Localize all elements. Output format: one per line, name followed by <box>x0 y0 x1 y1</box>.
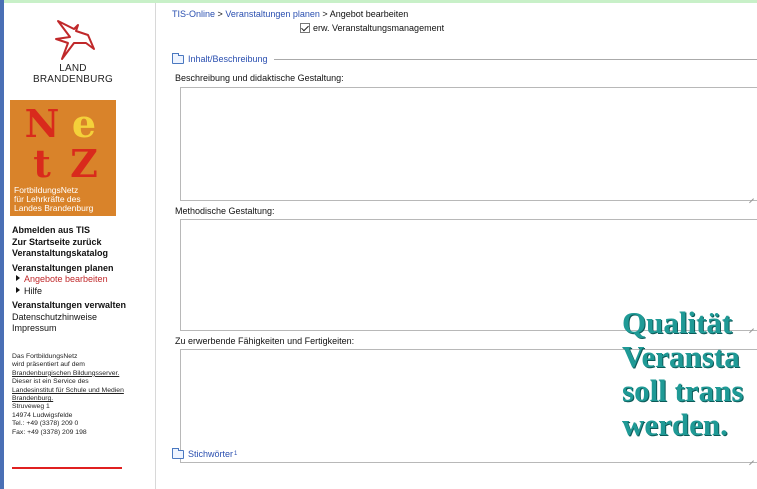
fortbildungsnetz-logo[interactable]: N e t Z FortbildungsNetz für Lehrkräfte … <box>10 100 116 216</box>
nav-datenschutz[interactable]: Datenschutzhinweise <box>12 312 154 324</box>
logo-caption: FortbildungsNetz für Lehrkräfte des Land… <box>14 186 118 213</box>
section-inhalt[interactable]: Inhalt/Beschreibung <box>172 52 757 64</box>
breadcrumb-tis-online[interactable]: TIS-Online <box>172 9 215 19</box>
erw-management-checkbox[interactable] <box>300 23 310 33</box>
label-methodisch: Methodische Gestaltung: <box>175 206 275 216</box>
label-beschreibung: Beschreibung und didaktische Gestaltung: <box>175 73 344 83</box>
overlay-line: Qualität <box>622 305 733 340</box>
nav-veranstaltungskatalog[interactable]: Veranstaltungskatalog <box>12 248 154 260</box>
nav-startseite[interactable]: Zur Startseite zurück <box>12 237 154 249</box>
red-divider <box>12 467 122 469</box>
section-stichwoerter[interactable]: Stichwörter 1 <box>172 447 238 459</box>
nav-item-hilfe[interactable]: Hilfe <box>12 286 154 298</box>
lisum-link[interactable]: Landesinstitut für Schule und Medien <box>12 387 157 395</box>
info-line: Dieser ist ein Service des <box>12 378 89 386</box>
overlay-line: werden. <box>622 407 728 442</box>
brand-line2: BRANDENBURG <box>33 74 113 85</box>
breadcrumb: TIS-Online > Veranstaltungen planen > An… <box>172 9 408 19</box>
logo-letter-t: t <box>33 141 51 186</box>
breadcrumb-current: Angebot bearbeiten <box>329 9 409 19</box>
caption-line: Landes Brandenburg <box>14 203 94 213</box>
resize-grip-icon[interactable] <box>748 455 754 461</box>
folder-open-icon <box>172 52 184 64</box>
erw-management-label: erw. Veranstaltungsmanagement <box>313 23 445 33</box>
footnote-marker: 1 <box>234 451 238 457</box>
info-line: wird präsentiert auf dem <box>12 361 85 369</box>
brand-line1: LAND <box>59 63 87 74</box>
impressum-info: Das FortbildungsNetz wird präsentiert au… <box>12 353 157 437</box>
bildungsserver-link[interactable]: Brandenburgischen Bildungsserver. <box>12 370 157 378</box>
nav-angebote-label: Angebote bearbeiten <box>24 274 108 284</box>
nav-veranstaltungen-verwalten[interactable]: Veranstaltungen verwalten <box>12 300 154 312</box>
section-title: Inhalt/Beschreibung <box>188 54 268 64</box>
resize-grip-icon[interactable] <box>748 323 754 329</box>
info-line: Tel.: +49 (3378) 209 0 <box>12 420 79 428</box>
breadcrumb-veranstaltungen-planen[interactable]: Veranstaltungen planen <box>225 9 320 19</box>
nav-veranstaltungen-planen[interactable]: Veranstaltungen planen <box>12 263 154 275</box>
sidebar: LAND BRANDENBURG N e t Z FortbildungsNet… <box>4 3 156 489</box>
info-line: Struveweg 1 <box>12 403 50 411</box>
nav-impressum[interactable]: Impressum <box>12 323 154 335</box>
overlay-line: Veransta <box>622 339 740 374</box>
logo-letter-n: N <box>24 101 60 146</box>
logo-letter-e: e <box>71 101 97 146</box>
section-divider <box>273 58 757 60</box>
nav-logout[interactable]: Abmelden aus TIS <box>12 225 154 237</box>
breadcrumb-sep: > <box>217 9 223 19</box>
lisum-link-cont[interactable]: Brandenburg. <box>12 395 157 403</box>
nav-hilfe-label: Hilfe <box>24 285 43 296</box>
brandenburg-logo[interactable]: LAND BRANDENBURG <box>18 15 128 91</box>
breadcrumb-sep: > <box>322 9 328 19</box>
label-faehigkeiten: Zu erwerbende Fähigkeiten und Fertigkeit… <box>175 336 355 346</box>
logo-letter-z: Z <box>70 141 98 186</box>
info-link-text: Landesinstitut für Schule und Medien <box>12 386 124 394</box>
triangle-right-icon <box>16 286 20 293</box>
folder-icon <box>172 447 184 459</box>
info-line: 14974 Ludwigsfelde <box>12 411 73 419</box>
slide-overlay-text: Qualität Veransta soll trans werden. <box>622 306 743 442</box>
info-link-text: Brandenburgischen Bildungsserver. <box>12 369 120 377</box>
nav-item-angebote[interactable]: Angebote bearbeiten <box>12 274 154 286</box>
info-line: Das FortbildungsNetz <box>12 353 78 360</box>
stichwoerter-label: Stichwörter <box>188 449 234 459</box>
info-line: Fax: +49 (3378) 209 198 <box>12 428 87 436</box>
resize-grip-icon[interactable] <box>748 193 754 199</box>
sidebar-nav: Abmelden aus TIS Zur Startseite zurück V… <box>12 225 154 335</box>
info-link-text: Brandenburg. <box>12 395 54 403</box>
eagle-icon <box>55 20 95 60</box>
triangle-right-icon <box>16 275 20 281</box>
textarea-beschreibung[interactable] <box>180 87 757 201</box>
overlay-line: soll trans <box>622 373 744 408</box>
erw-management-row: erw. Veranstaltungsmanagement <box>300 23 444 33</box>
